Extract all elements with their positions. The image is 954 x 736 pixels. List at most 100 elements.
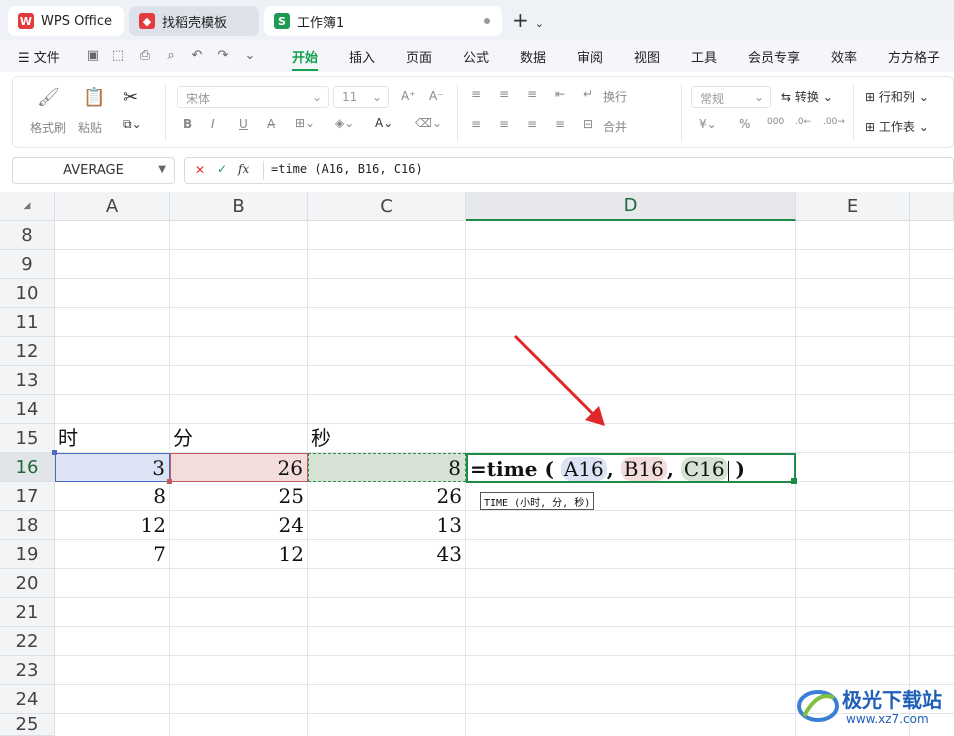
bold-button[interactable]: B [183, 117, 192, 131]
row-header-24[interactable]: 24 [0, 685, 55, 714]
formula-bar[interactable]: ✕ ✓ fx =time (A16, B16, C16) [184, 157, 954, 184]
formula-ref-b16[interactable]: B16 [620, 457, 667, 481]
row-header-16[interactable]: 16 [0, 453, 55, 482]
column-header-c[interactable]: C [308, 192, 466, 221]
menu-home[interactable]: 开始 [292, 47, 319, 71]
cell-b19[interactable]: 12 [170, 540, 308, 569]
save-icon[interactable]: ▣ [86, 49, 100, 63]
row-header-20[interactable]: 20 [0, 569, 55, 598]
cell-b15[interactable]: 分 [173, 424, 193, 453]
wrap-icon[interactable]: ↵ [583, 87, 593, 101]
clear-icon[interactable]: ⌫⌄ [415, 116, 442, 130]
tab-template[interactable]: ◆ 找稻壳模板 [129, 6, 259, 36]
export-icon[interactable]: ⬚ [111, 49, 125, 63]
column-header-e[interactable]: E [796, 192, 910, 221]
thousands-icon[interactable]: 000 [767, 117, 784, 127]
format-painter-icon[interactable]: 🖌 [37, 87, 60, 108]
align-top-icon[interactable]: ≡ [471, 87, 481, 101]
cut-icon[interactable]: ✂ [123, 87, 138, 108]
range-handle[interactable] [52, 450, 57, 455]
align-left-icon[interactable]: ≡ [471, 117, 481, 131]
increase-decimal-icon[interactable]: .0← [795, 117, 811, 127]
row-header-9[interactable]: 9 [0, 250, 55, 279]
merge-icon[interactable]: ⊟ [583, 117, 593, 131]
range-handle[interactable] [167, 479, 172, 484]
align-bottom-icon[interactable]: ≡ [527, 87, 537, 101]
font-color-icon[interactable]: A⌄ [375, 116, 393, 130]
decrease-font-icon[interactable]: A⁻ [429, 89, 444, 103]
row-header-22[interactable]: 22 [0, 627, 55, 656]
fill-color-icon[interactable]: ◈⌄ [335, 116, 354, 130]
row-header-8[interactable]: 8 [0, 221, 55, 250]
row-header-15[interactable]: 15 [0, 424, 55, 453]
border-icon[interactable]: ⊞⌄ [295, 116, 315, 130]
cell-b17[interactable]: 25 [170, 482, 308, 511]
tab-workbook[interactable]: S 工作簿1 [264, 6, 502, 36]
row-header-10[interactable]: 10 [0, 279, 55, 308]
row-header-13[interactable]: 13 [0, 366, 55, 395]
fill-handle[interactable] [791, 478, 797, 484]
menu-view[interactable]: 视图 [634, 47, 660, 66]
paste-label[interactable]: 粘贴 [78, 119, 102, 136]
cell-c19[interactable]: 43 [308, 540, 466, 569]
formula-ref-c16[interactable]: C16 [680, 457, 728, 481]
print-preview-icon[interactable]: ⌕ [164, 49, 178, 63]
row-header-23[interactable]: 23 [0, 656, 55, 685]
cell-c16[interactable]: 8 [308, 453, 466, 482]
cell-c18[interactable]: 13 [308, 511, 466, 540]
cell-c15[interactable]: 秒 [311, 424, 331, 453]
font-name-select[interactable]: 宋体 ⌄ [177, 86, 329, 108]
percent-icon[interactable]: % [739, 117, 750, 131]
formula-input[interactable]: =time (A16, B16, C16) [271, 162, 423, 176]
increase-font-icon[interactable]: A⁺ [401, 89, 416, 103]
name-box[interactable]: AVERAGE ▼ [12, 157, 175, 184]
wrap-label[interactable]: 换行 [603, 88, 627, 105]
column-header-d[interactable]: D [466, 192, 796, 221]
strikethrough-button[interactable]: A̶ [267, 117, 275, 131]
row-header-14[interactable]: 14 [0, 395, 55, 424]
cell-a19[interactable]: 7 [55, 540, 170, 569]
cell-a17[interactable]: 8 [55, 482, 170, 511]
redo-icon[interactable]: ↷ [216, 49, 230, 63]
more-chevron-icon[interactable]: ⌄ [243, 49, 257, 63]
select-all-corner[interactable]: ◢ [0, 192, 55, 221]
italic-button[interactable]: I [211, 117, 215, 131]
menu-review[interactable]: 审阅 [577, 47, 603, 66]
cell-a16[interactable]: 3 [55, 453, 170, 482]
cell-a15[interactable]: 时 [58, 424, 78, 453]
align-middle-icon[interactable]: ≡ [499, 87, 509, 101]
copy-icon[interactable]: ⧉⌄ [123, 117, 142, 132]
row-header-17[interactable]: 17 [0, 482, 55, 511]
row-header-19[interactable]: 19 [0, 540, 55, 569]
cell-a18[interactable]: 12 [55, 511, 170, 540]
menu-tools[interactable]: 工具 [691, 47, 717, 66]
paste-icon[interactable]: 📋 [83, 87, 105, 108]
menu-data[interactable]: 数据 [520, 47, 546, 66]
row-header-21[interactable]: 21 [0, 598, 55, 627]
formula-ref-a16[interactable]: A16 [560, 457, 607, 481]
row-col-button[interactable]: ⊞ 行和列 ⌄ [865, 88, 929, 105]
menu-member[interactable]: 会员专享 [748, 47, 800, 66]
fx-icon[interactable]: fx [238, 162, 249, 176]
menu-ffgz[interactable]: 方方格子 [888, 47, 940, 66]
cell-b18[interactable]: 24 [170, 511, 308, 540]
tab-wps-office[interactable]: W WPS Office [8, 6, 124, 36]
row-header-25[interactable]: 25 [0, 714, 55, 736]
cancel-icon[interactable]: ✕ [195, 163, 205, 177]
cell-c17[interactable]: 26 [308, 482, 466, 511]
align-right-icon[interactable]: ≡ [527, 117, 537, 131]
undo-icon[interactable]: ↶ [190, 49, 204, 63]
decrease-decimal-icon[interactable]: .00→ [823, 117, 845, 127]
menu-formula[interactable]: 公式 [463, 47, 489, 66]
column-header-a[interactable]: A [55, 192, 170, 221]
number-format-select[interactable]: 常规 ⌄ [691, 86, 771, 108]
menu-insert[interactable]: 插入 [349, 47, 375, 66]
new-tab-button[interactable]: + ⌄ [512, 8, 544, 32]
menu-page[interactable]: 页面 [406, 47, 432, 66]
chevron-down-icon[interactable]: ▼ [158, 164, 166, 175]
row-header-18[interactable]: 18 [0, 511, 55, 540]
font-size-select[interactable]: 11 ⌄ [333, 86, 389, 108]
convert-button[interactable]: ⇆ 转换 ⌄ [781, 88, 833, 105]
worksheet-button[interactable]: ⊞ 工作表 ⌄ [865, 118, 929, 135]
menu-efficiency[interactable]: 效率 [831, 47, 857, 66]
